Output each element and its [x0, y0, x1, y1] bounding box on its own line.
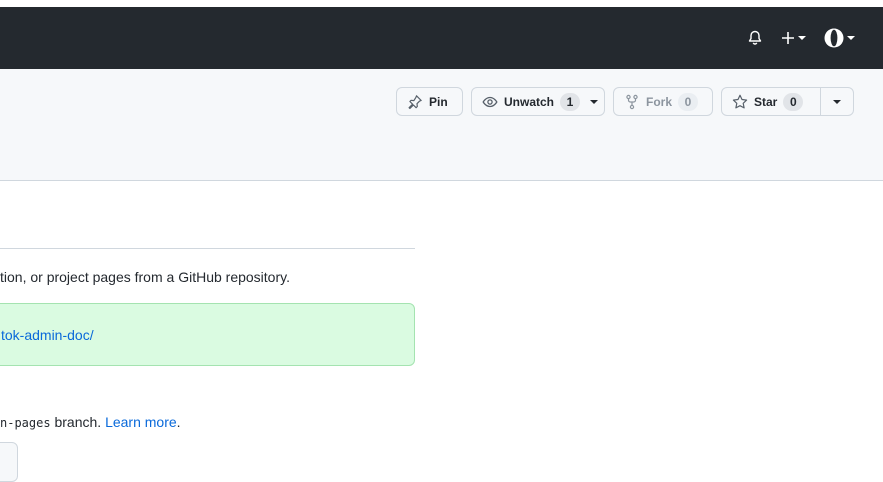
chevron-down-icon [590, 99, 599, 104]
bell-icon [748, 30, 762, 45]
branch-note-text: branch. [50, 414, 106, 430]
star-list-dropdown[interactable] [820, 88, 853, 115]
plus-icon [782, 32, 794, 44]
fork-label: Fork [646, 94, 673, 109]
chevron-down-icon [847, 36, 855, 40]
branch-note: n-pages branch. Learn more. [0, 414, 181, 430]
repository-header: Pin Unwatch 1 Fork 0 Star 0 [0, 69, 883, 181]
pin-segment[interactable]: Pin [397, 88, 458, 115]
pin-label: Pin [429, 94, 448, 109]
chevron-down-icon [798, 36, 806, 40]
pin-icon [408, 94, 422, 109]
avatar [824, 28, 844, 48]
section-divider [0, 248, 415, 249]
learn-more-link[interactable]: Learn more [105, 414, 177, 430]
chevron-down-icon [833, 99, 841, 104]
branch-name: n-pages [0, 416, 51, 430]
fork-count: 0 [678, 92, 699, 111]
star-button[interactable]: Star 0 [722, 88, 820, 115]
fork-segment[interactable]: Fork 0 [614, 88, 708, 115]
published-site-flash: tok-admin-doc/ [0, 303, 415, 366]
eye-icon [482, 96, 498, 107]
user-menu-button[interactable] [824, 28, 855, 48]
fork-icon [626, 94, 638, 109]
pages-description: tion, or project pages from a GitHub rep… [0, 269, 290, 285]
unwatch-button[interactable]: Unwatch 1 [471, 87, 605, 116]
branch-note-period: . [176, 414, 181, 430]
unwatch-label: Unwatch [504, 94, 555, 109]
star-button-group: Star 0 [721, 87, 854, 116]
notifications-button[interactable] [747, 30, 763, 46]
header-actions [747, 7, 855, 69]
source-dropdown-button[interactable] [0, 442, 18, 482]
repo-actions: Pin Unwatch 1 Fork 0 Star 0 [396, 87, 854, 116]
fork-button[interactable]: Fork 0 [613, 87, 713, 116]
star-label: Star [754, 94, 778, 109]
star-count: 0 [783, 92, 804, 111]
pages-settings: tion, or project pages from a GitHub rep… [0, 181, 883, 482]
pin-button[interactable]: Pin [396, 87, 463, 116]
global-header [0, 7, 883, 69]
create-new-button[interactable] [781, 31, 806, 45]
site-url-link[interactable]: tok-admin-doc/ [1, 327, 94, 343]
star-icon [732, 94, 748, 108]
watch-count: 1 [560, 92, 581, 111]
unwatch-segment[interactable]: Unwatch 1 [472, 88, 606, 115]
